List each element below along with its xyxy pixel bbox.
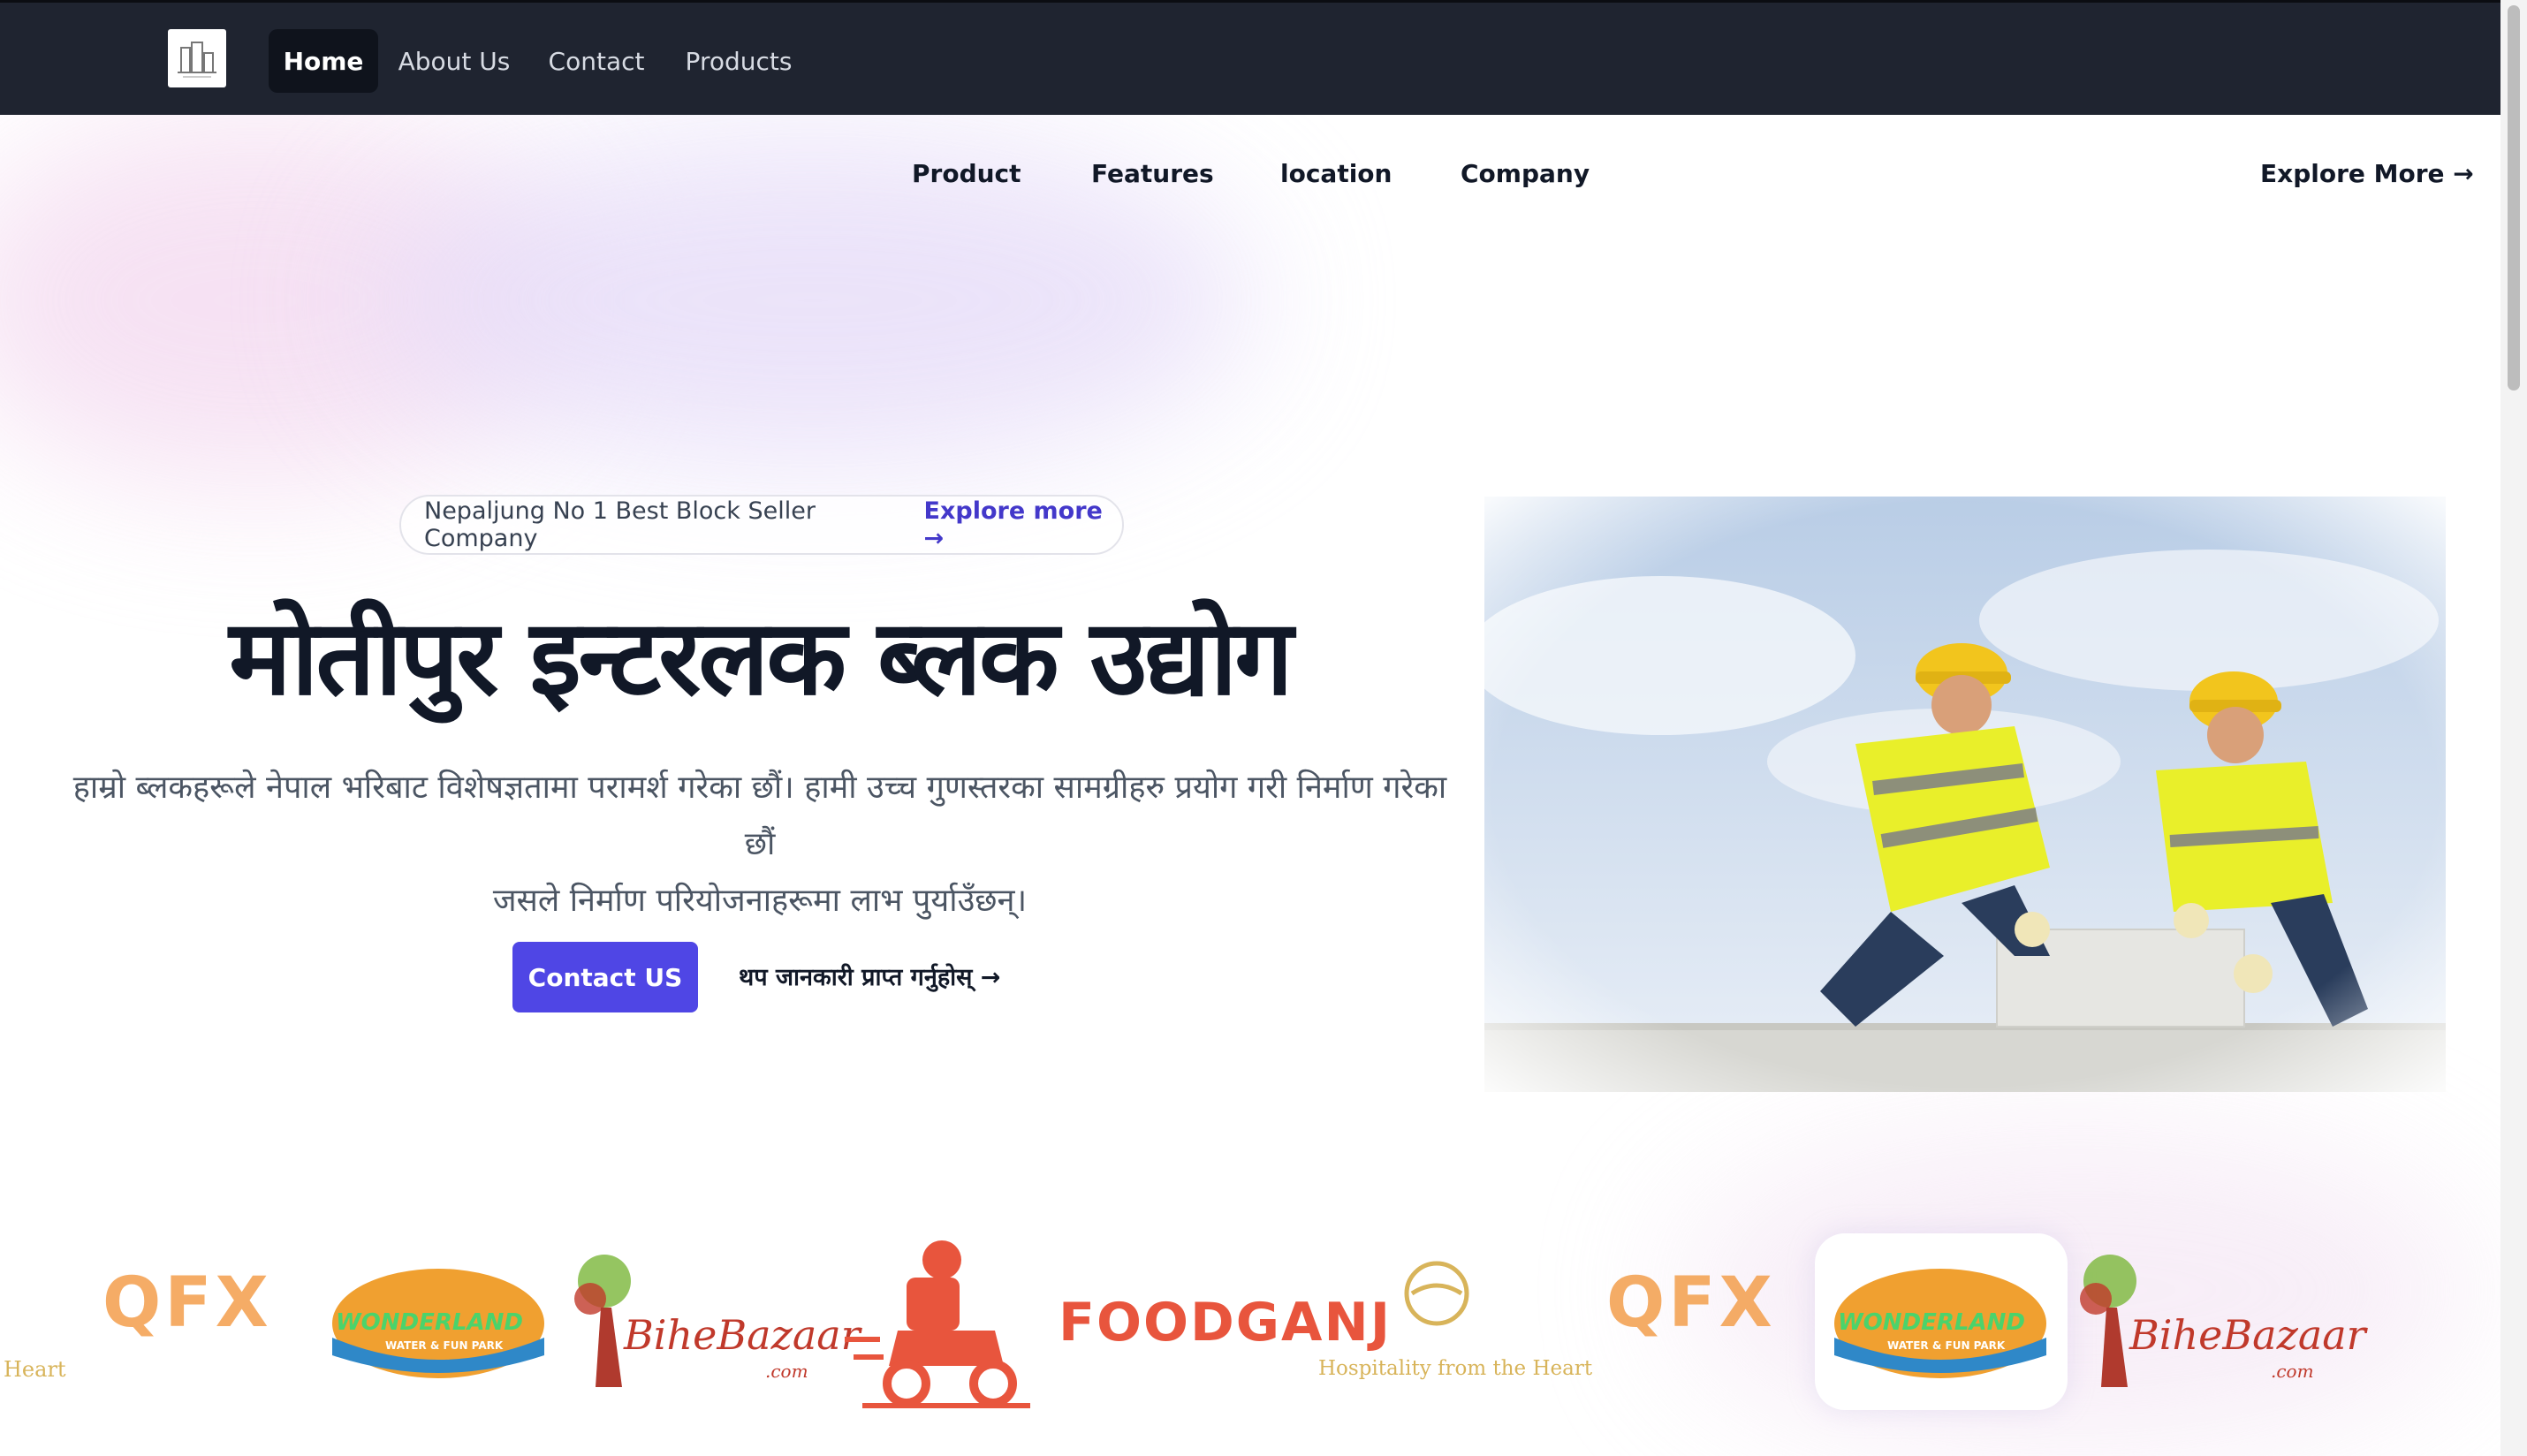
bihebazaar-logo-left: BiheBazaar .com	[569, 1246, 861, 1396]
bihebazaar-text-right: BiheBazaar	[2129, 1311, 2366, 1359]
subnav-features[interactable]: Features	[1091, 159, 1214, 188]
hospitality-logo: Hospitality from the Heart	[1317, 1255, 1592, 1387]
top-navbar: Home About Us Contact Products	[0, 0, 2500, 115]
wonderland-title-right: WONDERLAND	[1838, 1309, 2025, 1336]
wonderland-logo-right: WONDERLAND WATER & FUN PARK	[1825, 1258, 2055, 1382]
wonderland-title: WONDERLAND	[336, 1309, 523, 1336]
explore-more-link[interactable]: Explore More →	[2260, 159, 2474, 188]
hero-image-workers	[1484, 497, 2446, 1092]
building-logo-icon[interactable]	[168, 29, 226, 87]
nav-products[interactable]: Products	[675, 29, 802, 93]
more-info-link[interactable]: थप जानकारी प्राप्त गर्नुहोस् →	[739, 959, 1000, 992]
qfx-logo-text-right: QFX	[1606, 1263, 1776, 1343]
wonderland-logo-left: WONDERLAND WATER & FUN PARK	[323, 1258, 553, 1382]
hospitality-tagline: Hospitality from the Heart	[1318, 1357, 1593, 1380]
badge-explore-link[interactable]: Explore more →	[924, 497, 1122, 552]
badge-text: Nepaljung No 1 Best Block Seller Company	[424, 497, 816, 552]
nav-about-us[interactable]: About Us	[391, 29, 518, 93]
bihebazaar-com: .com	[765, 1361, 808, 1382]
nav-contact[interactable]: Contact	[537, 29, 656, 93]
delivery-scooter-logo	[845, 1233, 1030, 1410]
partner-heart-text: Heart	[4, 1357, 66, 1382]
qfx-logo-left: QFX	[102, 1263, 269, 1369]
subnav-product[interactable]: Product	[912, 159, 1021, 188]
bihebazaar-com-right: .com	[2271, 1361, 2314, 1382]
scrollbar-thumb[interactable]	[2508, 5, 2520, 391]
nav-home[interactable]: Home	[269, 29, 378, 93]
hero-description-line-2: जसले निर्माण परियोजनाहरूमा लाभ पुर्याउँछ…	[492, 883, 1028, 919]
subnav-company[interactable]: Company	[1461, 159, 1590, 188]
wonderland-subtitle-right: WATER & FUN PARK	[1887, 1339, 2006, 1352]
announcement-badge: Nepaljung No 1 Best Block Seller Company…	[399, 495, 1124, 555]
bihebazaar-text: BiheBazaar	[624, 1311, 861, 1359]
qfx-logo-text: QFX	[102, 1263, 272, 1343]
hero-title: मोतीपुर इन्टरलक ब्लक उद्योग	[229, 596, 1293, 718]
hero-description: हाम्रो ब्लकहरूले नेपाल भरिबाट विशेषज्ञता…	[53, 760, 1467, 929]
wonderland-subtitle: WATER & FUN PARK	[385, 1339, 504, 1352]
subnav-location[interactable]: location	[1280, 159, 1392, 188]
contact-us-button[interactable]: Contact US	[512, 942, 698, 1012]
qfx-logo-right: QFX	[1606, 1263, 1772, 1369]
bihebazaar-logo-right: BiheBazaar .com	[2075, 1246, 2366, 1396]
hero-description-line-1: हाम्रो ब्लकहरूले नेपाल भरिबाट विशेषज्ञता…	[72, 770, 1447, 862]
